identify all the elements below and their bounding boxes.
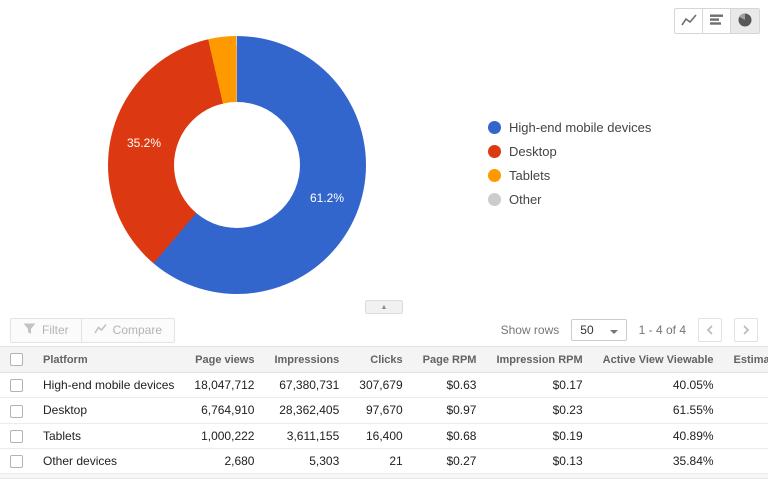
line-chart-button[interactable] xyxy=(675,9,703,33)
impression-rpm-cell: $0.17 xyxy=(486,373,592,398)
filter-icon xyxy=(23,323,36,338)
legend-dot-red xyxy=(488,145,501,158)
page-views-cell: 6,764,910 xyxy=(184,398,264,423)
platform-cell: Tablets xyxy=(33,423,184,448)
impressions-cell: 3,611,155 xyxy=(264,423,349,448)
impression-rpm-cell: $0.23 xyxy=(486,398,592,423)
column-header-page-rpm[interactable]: Page RPM xyxy=(413,347,487,373)
collapse-chart-button[interactable]: ▲ xyxy=(365,300,403,314)
row-checkbox[interactable] xyxy=(10,405,23,418)
row-checkbox[interactable] xyxy=(10,455,23,468)
previous-page-button[interactable] xyxy=(698,318,722,342)
bar-chart-icon xyxy=(709,13,724,29)
active-view-viewable-cell: 35.84% xyxy=(593,448,724,473)
pagination-controls: Show rows 50 1 - 4 of 4 xyxy=(501,318,758,342)
chart-type-toggle-group xyxy=(674,8,760,34)
pie-chart-icon xyxy=(737,13,753,30)
chart-legend: High-end mobile devices Desktop Tablets … xyxy=(488,120,651,216)
page-views-cell: 2,680 xyxy=(184,448,264,473)
compare-button[interactable]: Compare xyxy=(81,319,174,342)
compare-icon xyxy=(94,323,107,337)
legend-item-high-end-mobile[interactable]: High-end mobile devices xyxy=(488,120,651,135)
line-chart-icon xyxy=(681,13,697,30)
next-page-button[interactable] xyxy=(734,318,758,342)
column-header-active-view-viewable[interactable]: Active View Viewable xyxy=(593,347,724,373)
filter-button[interactable]: Filter xyxy=(11,319,81,342)
pie-chart-button[interactable] xyxy=(731,9,759,33)
compare-label: Compare xyxy=(113,323,162,337)
donut-hole xyxy=(174,102,300,228)
estimated-earnings-cell: $675.72 xyxy=(724,423,768,448)
select-all-checkbox[interactable] xyxy=(10,353,23,366)
clicks-cell: 16,400 xyxy=(349,423,412,448)
table-row[interactable]: High-end mobile devices 18,047,712 67,38… xyxy=(0,373,768,398)
legend-label: Desktop xyxy=(509,144,557,159)
estimated-earnings-cell: $0.71 xyxy=(724,448,768,473)
legend-dot-orange xyxy=(488,169,501,182)
bar-chart-button[interactable] xyxy=(703,9,731,33)
page-rpm-cell: $0.68 xyxy=(413,423,487,448)
chevron-right-icon xyxy=(742,323,750,338)
active-view-viewable-cell: 61.55% xyxy=(593,398,724,423)
chart-section: 61.2% 35.2% High-end mobile devices Desk… xyxy=(0,0,768,298)
platforms-table: Platform Page views Impressions Clicks P… xyxy=(0,346,768,474)
page-rpm-cell: $0.63 xyxy=(413,373,487,398)
platform-cell: Desktop xyxy=(33,398,184,423)
active-view-viewable-cell: 40.05% xyxy=(593,373,724,398)
impressions-cell: 28,362,405 xyxy=(264,398,349,423)
legend-item-tablets[interactable]: Tablets xyxy=(488,168,651,183)
clicks-cell: 97,670 xyxy=(349,398,412,423)
filter-compare-group: Filter Compare xyxy=(10,318,175,343)
column-header-platform[interactable]: Platform xyxy=(33,347,184,373)
active-view-viewable-cell: 40.89% xyxy=(593,423,724,448)
platform-cell: Other devices xyxy=(33,448,184,473)
estimated-earnings-cell: $11,390.50 xyxy=(724,373,768,398)
estimated-earnings-cell: $6,549.14 xyxy=(724,398,768,423)
row-checkbox[interactable] xyxy=(10,430,23,443)
impressions-cell: 67,380,731 xyxy=(264,373,349,398)
row-checkbox[interactable] xyxy=(10,379,23,392)
chevron-down-icon xyxy=(610,323,618,337)
donut-chart-wrap: 61.2% 35.2% xyxy=(108,36,366,294)
table-row[interactable]: Other devices 2,680 5,303 21 $0.27 $0.13… xyxy=(0,448,768,473)
table-row[interactable]: Desktop 6,764,910 28,362,405 97,670 $0.9… xyxy=(0,398,768,423)
page-views-cell: 1,000,222 xyxy=(184,423,264,448)
platform-cell: High-end mobile devices xyxy=(33,373,184,398)
table-toolbar: Filter Compare Show rows 50 1 - 4 of 4 xyxy=(0,314,768,346)
legend-dot-gray xyxy=(488,193,501,206)
chevron-left-icon xyxy=(706,323,714,338)
clicks-cell: 21 xyxy=(349,448,412,473)
legend-dot-blue xyxy=(488,121,501,134)
legend-label: Tablets xyxy=(509,168,550,183)
impression-rpm-cell: $0.13 xyxy=(486,448,592,473)
legend-item-other[interactable]: Other xyxy=(488,192,651,207)
legend-item-desktop[interactable]: Desktop xyxy=(488,144,651,159)
show-rows-label: Show rows xyxy=(501,323,560,337)
partial-next-row xyxy=(0,474,768,479)
collapse-row: ▲ xyxy=(0,298,768,314)
rows-per-page-select[interactable]: 50 xyxy=(571,319,626,341)
table-row[interactable]: Tablets 1,000,222 3,611,155 16,400 $0.68… xyxy=(0,423,768,448)
legend-label: Other xyxy=(509,192,542,207)
rows-per-page-value: 50 xyxy=(580,323,593,337)
impressions-cell: 5,303 xyxy=(264,448,349,473)
impression-rpm-cell: $0.19 xyxy=(486,423,592,448)
pagination-range: 1 - 4 of 4 xyxy=(639,323,686,337)
column-header-page-views[interactable]: Page views xyxy=(184,347,264,373)
legend-label: High-end mobile devices xyxy=(509,120,651,135)
column-header-clicks[interactable]: Clicks xyxy=(349,347,412,373)
page-rpm-cell: $0.97 xyxy=(413,398,487,423)
page-views-cell: 18,047,712 xyxy=(184,373,264,398)
page-rpm-cell: $0.27 xyxy=(413,448,487,473)
clicks-cell: 307,679 xyxy=(349,373,412,398)
column-header-impressions[interactable]: Impressions xyxy=(264,347,349,373)
table-header-row: Platform Page views Impressions Clicks P… xyxy=(0,347,768,373)
column-header-estimated-earnings[interactable]: Estimated earnings xyxy=(724,347,768,373)
filter-label: Filter xyxy=(42,323,69,337)
column-header-impression-rpm[interactable]: Impression RPM xyxy=(486,347,592,373)
